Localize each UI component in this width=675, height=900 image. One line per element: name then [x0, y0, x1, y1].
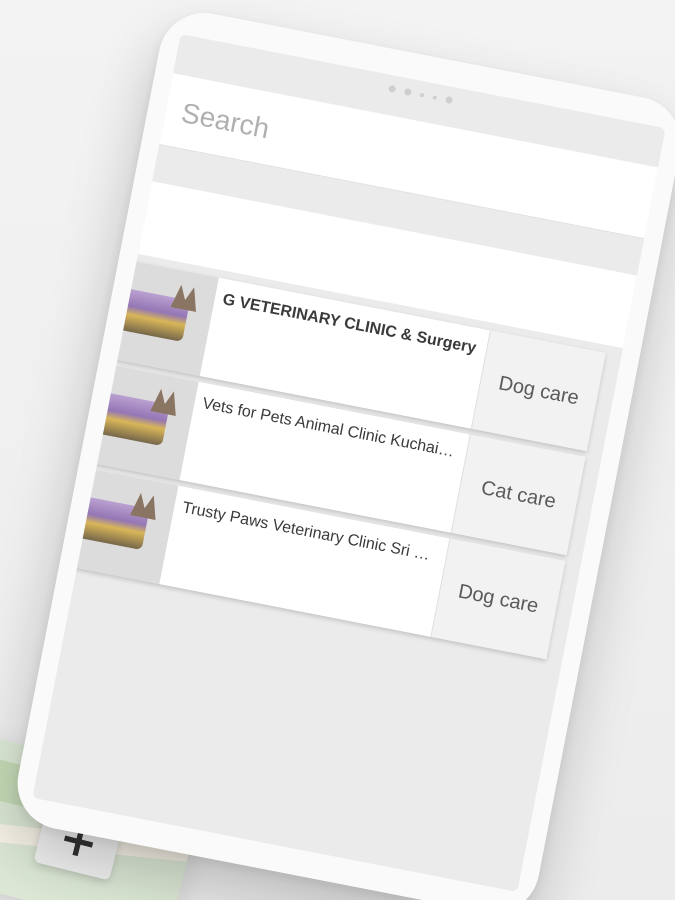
category-button[interactable]: Dog care	[470, 330, 606, 452]
app-screen: G VETERINARY CLINIC & Surgery Dog care V…	[32, 34, 666, 892]
camera-dot	[445, 95, 454, 105]
scene: + G VET	[0, 0, 675, 900]
camera-dot	[388, 84, 397, 93]
clinic-thumbnail	[76, 253, 219, 376]
camera-bar	[388, 84, 454, 105]
camera-dot	[403, 87, 412, 97]
clinic-logo-icon	[79, 388, 170, 446]
clinic-thumbnail	[35, 461, 179, 585]
category-button[interactable]: Dog care	[430, 538, 566, 660]
camera-dot	[419, 92, 425, 98]
tablet-frame: G VETERINARY CLINIC & Surgery Dog care V…	[9, 5, 675, 900]
clinic-logo-icon	[59, 492, 150, 551]
clinic-logo-icon	[99, 284, 191, 342]
camera-dot	[432, 94, 438, 100]
clinic-thumbnail	[55, 357, 199, 480]
category-button[interactable]: Cat care	[450, 434, 586, 556]
